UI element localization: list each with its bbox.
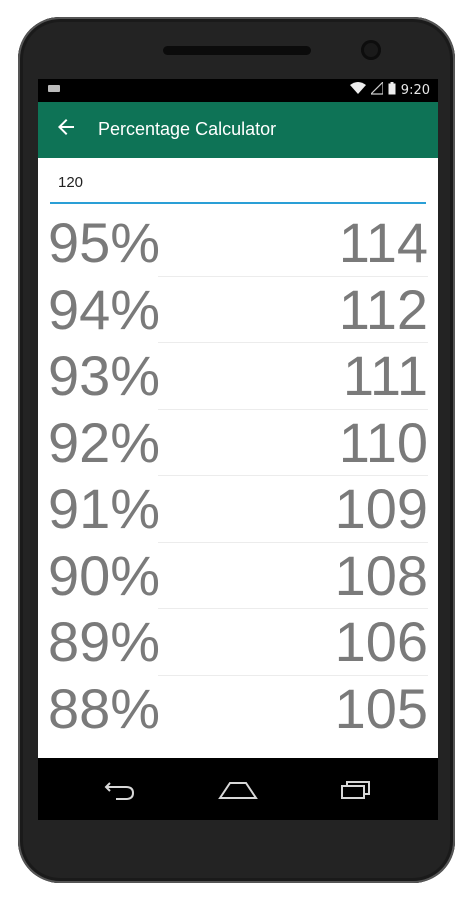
battery-icon	[388, 82, 396, 99]
back-arrow-icon[interactable]	[54, 115, 78, 139]
list-item: 91% 109	[38, 476, 438, 543]
content-area: 95% 114 94% 112 93% 111 92% 110	[38, 158, 438, 758]
screen: 9:20 Percentage Calculator 95% 114	[38, 79, 438, 820]
front-camera	[361, 40, 381, 60]
list-item: 93% 111	[38, 343, 438, 410]
signal-icon	[369, 80, 384, 99]
navigation-bar	[38, 758, 438, 820]
percent-label: 95%	[48, 211, 161, 274]
percentage-list[interactable]: 95% 114 94% 112 93% 111 92% 110 91% 109 …	[38, 210, 438, 742]
number-field	[50, 170, 426, 204]
list-item: 89% 106	[38, 609, 438, 676]
percent-value: 112	[338, 277, 428, 341]
percent-value: 110	[338, 410, 428, 474]
percent-value: 105	[334, 676, 428, 740]
list-item: 92% 110	[38, 410, 438, 476]
percent-value: 108	[334, 543, 428, 607]
list-item: 90% 108	[38, 543, 438, 609]
percent-label: 88%	[48, 676, 161, 740]
list-item: 95% 114	[38, 210, 438, 277]
percent-value: 111	[342, 344, 428, 407]
status-bar: 9:20	[38, 79, 438, 102]
percent-label: 93%	[48, 344, 161, 407]
percent-label: 94%	[48, 277, 161, 341]
notification-icon	[48, 83, 60, 98]
list-item: 88% 105	[38, 676, 438, 743]
app-title: Percentage Calculator	[98, 119, 277, 139]
status-icons: 9:20	[349, 80, 430, 99]
wifi-icon	[349, 82, 366, 99]
percent-label: 91%	[48, 477, 161, 540]
app-bar: Percentage Calculator	[38, 102, 438, 158]
percent-label: 92%	[48, 410, 161, 474]
earpiece-speaker	[163, 46, 311, 55]
percent-value: 106	[334, 610, 428, 673]
nav-recents-icon[interactable]	[332, 774, 380, 804]
percent-value: 109	[334, 477, 428, 540]
percent-label: 89%	[48, 610, 161, 673]
number-input[interactable]	[58, 174, 418, 191]
percent-label: 90%	[48, 543, 161, 607]
nav-back-icon[interactable]	[96, 774, 144, 804]
percent-value: 114	[338, 211, 428, 274]
phone-frame: 9:20 Percentage Calculator 95% 114	[18, 17, 455, 883]
nav-home-icon[interactable]	[214, 774, 262, 804]
status-time: 9:20	[400, 83, 430, 98]
list-item: 94% 112	[38, 277, 438, 343]
